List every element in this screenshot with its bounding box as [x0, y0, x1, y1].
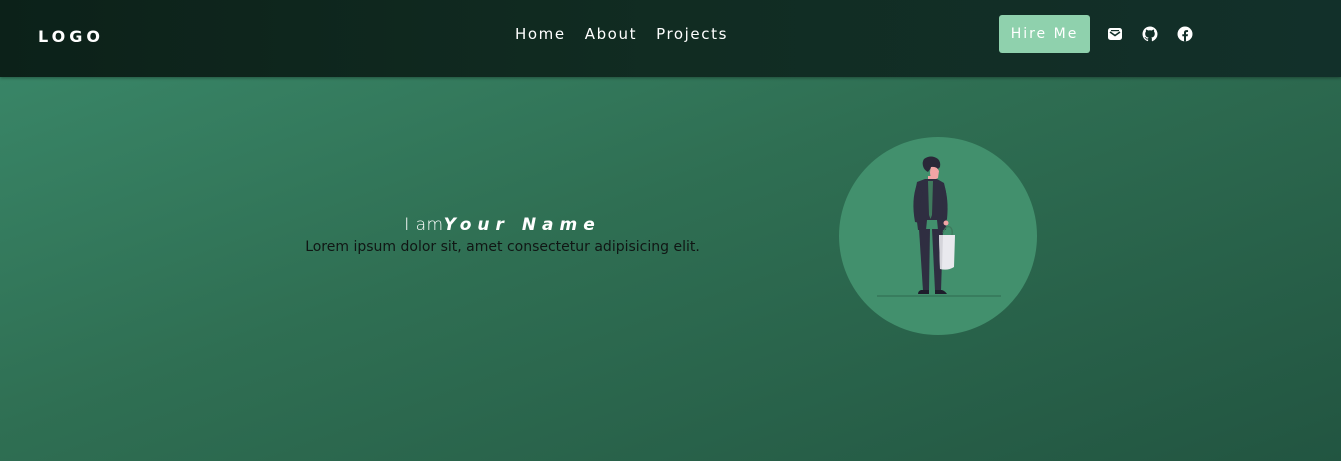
facebook-icon[interactable]	[1177, 26, 1193, 42]
mail-icon[interactable]	[1107, 26, 1123, 42]
hire-me-button[interactable]: Hire Me	[999, 15, 1090, 53]
hero-intro: I amYour Name Lorem ipsum dolor sit, ame…	[250, 213, 755, 257]
page: LOGO Home About Projects Hire Me I amYou…	[0, 0, 1341, 461]
logo[interactable]: LOGO	[38, 27, 104, 46]
standing-person-illustration	[877, 156, 1001, 297]
nav-link-about[interactable]: About	[585, 24, 637, 44]
hero-name: Your Name	[443, 215, 601, 235]
hero-prefix: I am	[404, 215, 444, 235]
nav-link-home[interactable]: Home	[515, 24, 566, 44]
github-icon[interactable]	[1142, 26, 1158, 42]
hero-subtitle: Lorem ipsum dolor sit, amet consectetur …	[305, 239, 700, 255]
hero-heading: I amYour Name	[250, 213, 755, 237]
nav-link-projects[interactable]: Projects	[656, 24, 728, 44]
hero-illustration	[839, 137, 1037, 335]
navbar: LOGO Home About Projects Hire Me	[0, 0, 1341, 77]
nav-links: Home About Projects	[515, 24, 728, 44]
